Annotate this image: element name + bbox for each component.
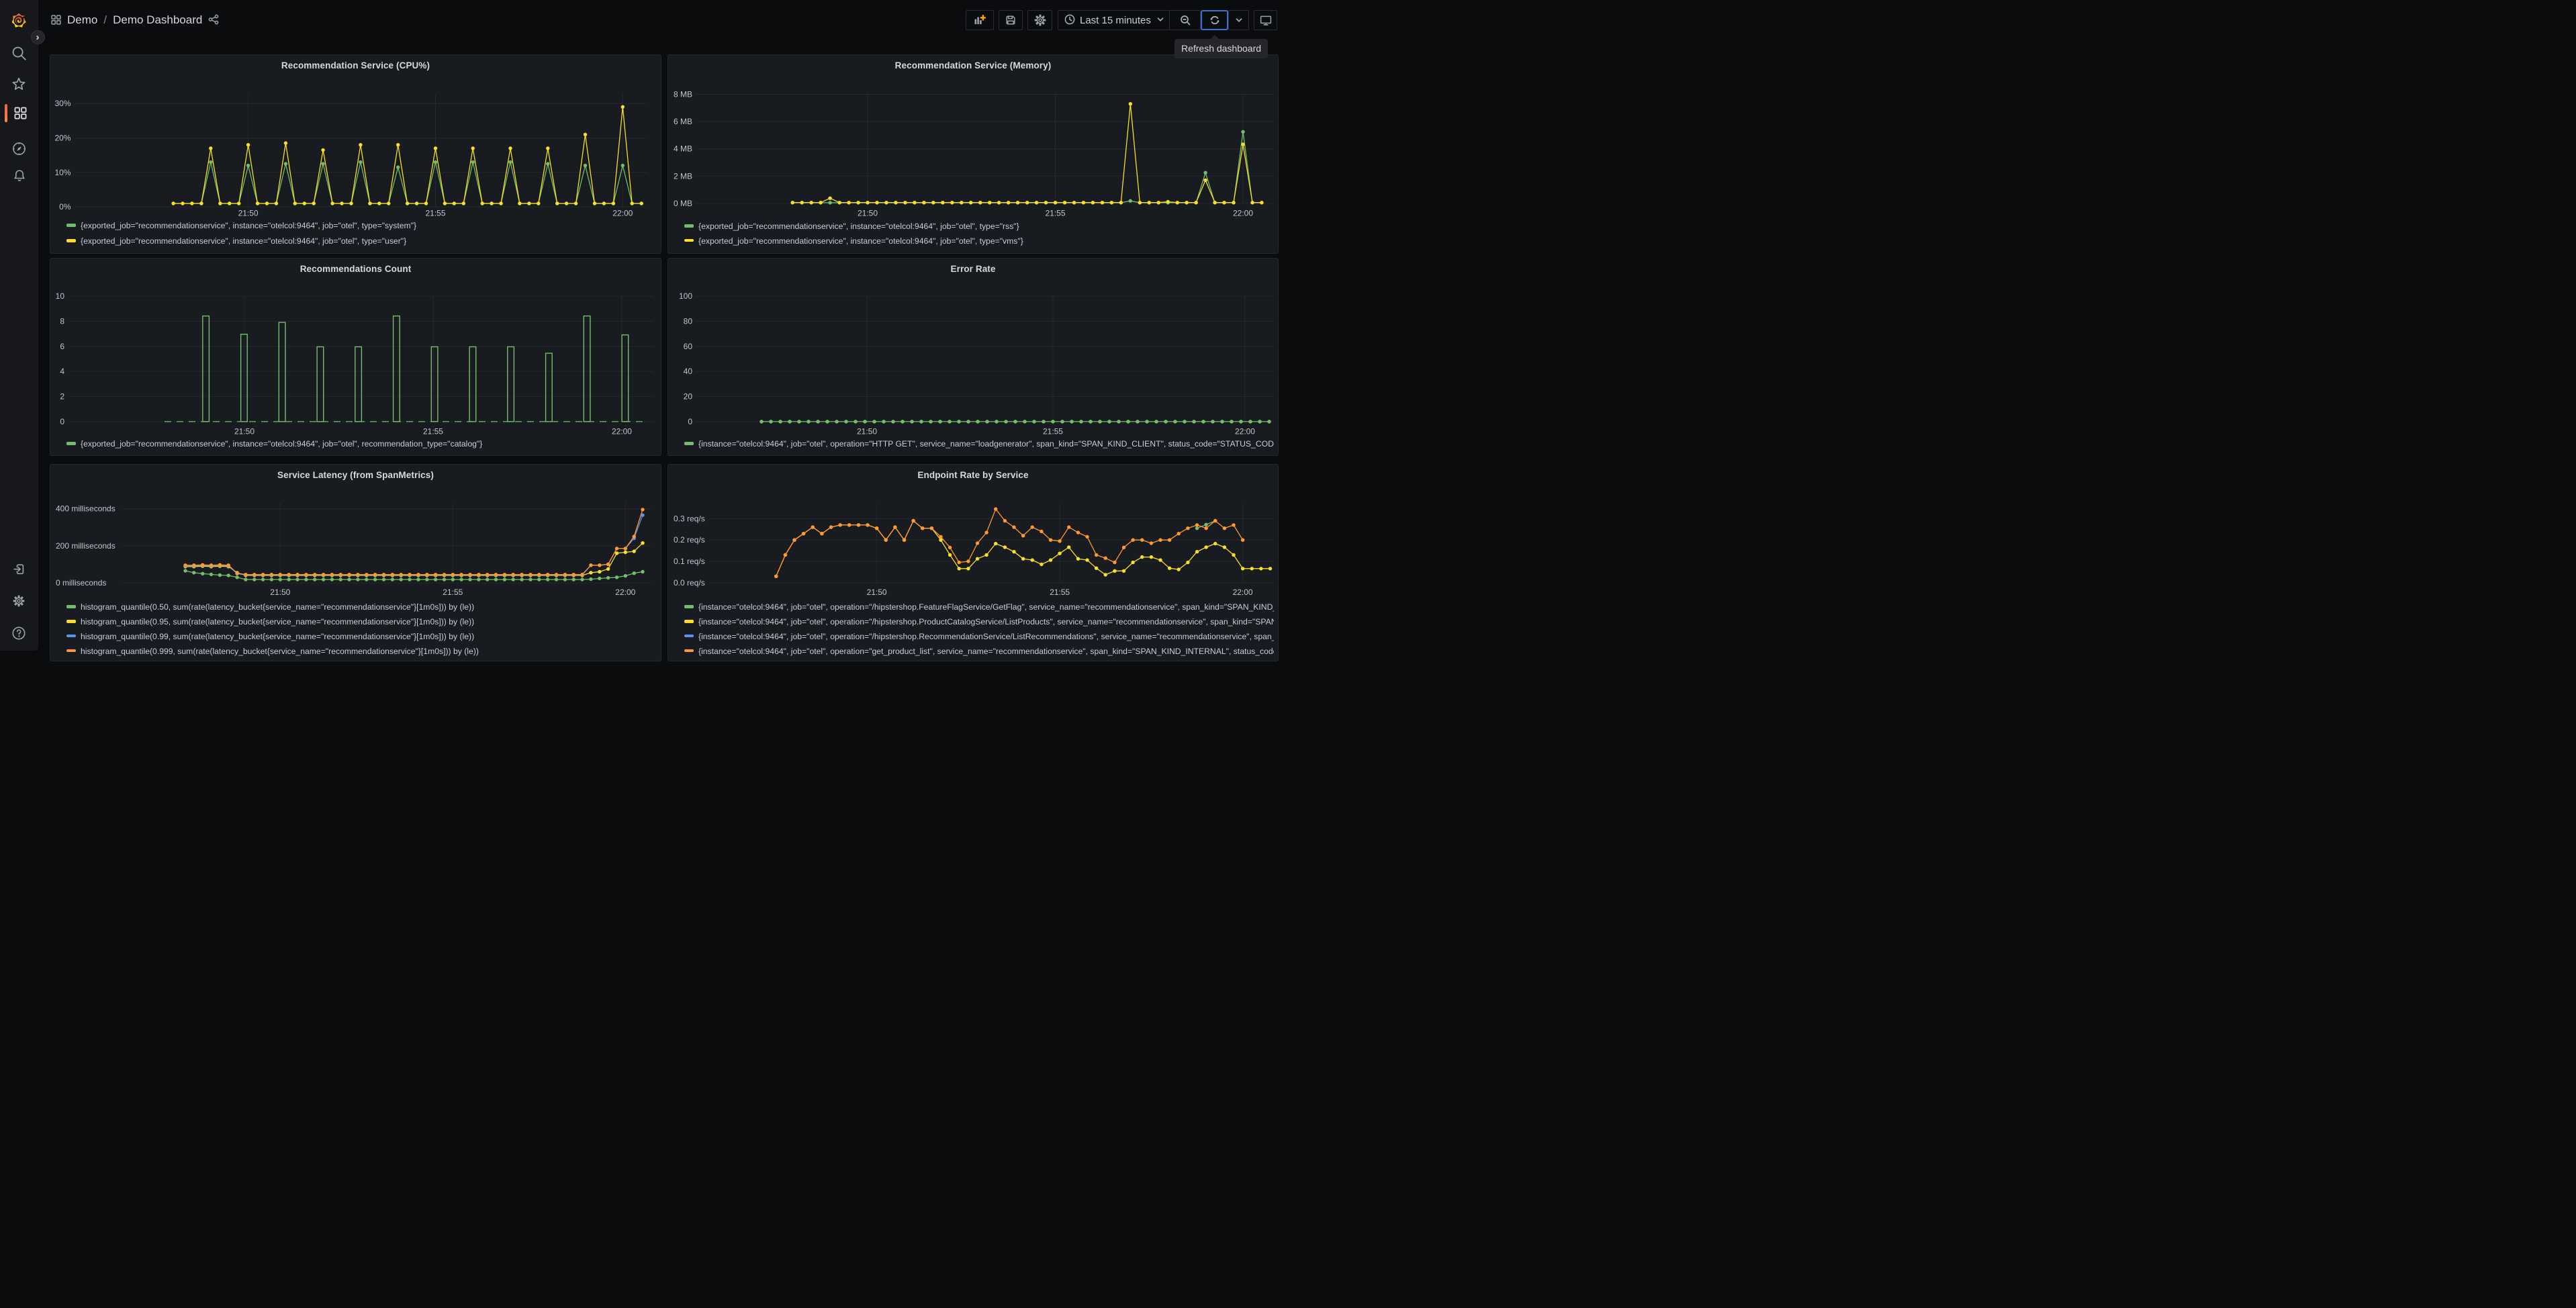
svg-text:21:55: 21:55 <box>443 588 463 597</box>
svg-text:100: 100 <box>679 292 692 301</box>
svg-text:22:00: 22:00 <box>1233 208 1253 218</box>
svg-text:21:55: 21:55 <box>1043 427 1063 436</box>
svg-text:6: 6 <box>60 342 64 351</box>
svg-text:2 MB: 2 MB <box>674 171 692 181</box>
svg-text:30%: 30% <box>54 99 71 108</box>
svg-text:22:00: 22:00 <box>612 208 633 218</box>
svg-text:22:00: 22:00 <box>615 588 635 597</box>
svg-text:21:50: 21:50 <box>867 588 887 597</box>
svg-text:0.1 req/s: 0.1 req/s <box>674 557 705 566</box>
svg-text:400 milliseconds: 400 milliseconds <box>56 504 116 513</box>
svg-text:21:50: 21:50 <box>857 427 877 436</box>
svg-text:8: 8 <box>60 317 64 326</box>
svg-text:40: 40 <box>684 367 693 377</box>
svg-text:4: 4 <box>60 367 64 377</box>
svg-text:21:55: 21:55 <box>1050 588 1070 597</box>
svg-text:4 MB: 4 MB <box>674 144 692 153</box>
svg-text:21:50: 21:50 <box>238 208 259 218</box>
svg-text:8 MB: 8 MB <box>674 89 692 99</box>
svg-text:2: 2 <box>60 392 64 402</box>
svg-text:22:00: 22:00 <box>1233 588 1253 597</box>
svg-text:80: 80 <box>684 317 693 326</box>
svg-text:0.3 req/s: 0.3 req/s <box>674 514 705 523</box>
svg-text:22:00: 22:00 <box>1235 427 1255 436</box>
svg-text:0 MB: 0 MB <box>674 198 692 207</box>
svg-text:0%: 0% <box>59 202 71 212</box>
svg-text:20: 20 <box>684 392 693 402</box>
svg-text:0: 0 <box>688 417 692 426</box>
svg-text:21:50: 21:50 <box>234 427 255 436</box>
svg-text:21:50: 21:50 <box>270 588 290 597</box>
svg-text:6 MB: 6 MB <box>674 117 692 126</box>
svg-text:21:50: 21:50 <box>858 208 878 218</box>
svg-text:0.2 req/s: 0.2 req/s <box>674 535 705 545</box>
svg-text:21:55: 21:55 <box>423 427 443 436</box>
svg-text:10: 10 <box>56 292 65 301</box>
svg-text:21:55: 21:55 <box>425 208 445 218</box>
svg-text:0.0 req/s: 0.0 req/s <box>674 577 705 587</box>
svg-text:200 milliseconds: 200 milliseconds <box>56 541 116 550</box>
svg-text:60: 60 <box>684 342 693 351</box>
svg-text:21:55: 21:55 <box>1045 208 1065 218</box>
svg-text:20%: 20% <box>54 133 71 142</box>
svg-text:0: 0 <box>60 417 64 426</box>
svg-text:22:00: 22:00 <box>612 427 632 436</box>
svg-text:10%: 10% <box>54 167 71 177</box>
svg-text:0 milliseconds: 0 milliseconds <box>56 578 106 588</box>
